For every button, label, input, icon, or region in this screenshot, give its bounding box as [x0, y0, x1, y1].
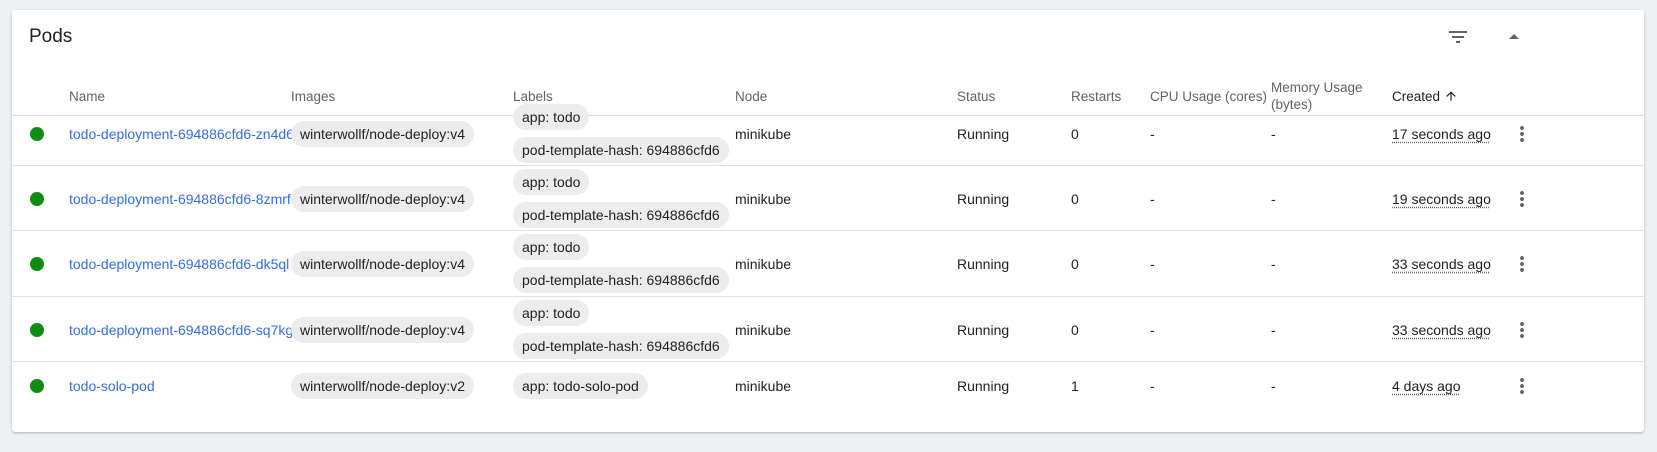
status-running-icon	[30, 322, 44, 337]
created-cell: 33 seconds ago	[1392, 256, 1491, 272]
label-chip: pod-template-hash: 694886cfd6	[513, 267, 729, 293]
pod-name-link[interactable]: todo-deployment-694886cfd6-sq7kg	[69, 322, 293, 338]
label-chip: pod-template-hash: 694886cfd6	[513, 333, 729, 359]
pod-name-cell: todo-solo-pod	[69, 377, 155, 395]
more-vert-icon[interactable]	[1510, 252, 1534, 276]
status-cell: Running	[957, 377, 1010, 394]
created-cell: 17 seconds ago	[1392, 125, 1491, 142]
label-chip: pod-template-hash: 694886cfd6	[513, 137, 729, 163]
node-cell: minikube	[735, 256, 792, 272]
label-chip: pod-template-hash: 694886cfd6	[513, 202, 729, 228]
node-cell: minikube	[735, 321, 792, 338]
table-row: todo-deployment-694886cfd6-zn4d6 winterwo…	[12, 101, 1644, 166]
image-chip: winterwollf/node-deploy:v4	[291, 120, 474, 147]
more-vert-icon[interactable]	[1510, 374, 1534, 398]
more-vert-icon[interactable]	[1510, 318, 1534, 342]
label-chip: app: todo-solo-pod	[513, 372, 648, 399]
status-cell: Running	[957, 256, 1010, 272]
label-chip: app: todo	[513, 104, 590, 130]
status-cell: Running	[957, 321, 1010, 338]
status-running-icon	[30, 257, 44, 271]
label-chip: app: todo	[513, 169, 590, 195]
created-cell: 33 seconds ago	[1392, 321, 1491, 338]
restarts-cell: 0	[1071, 321, 1079, 338]
cpu-cell: -	[1150, 125, 1155, 142]
pod-name-cell: todo-deployment-694886cfd6-zn4d6	[69, 125, 294, 143]
pod-name-cell: todo-deployment-694886cfd6-8zmrf	[69, 190, 291, 208]
column-header-memory-line1: Memory Usage	[1271, 80, 1363, 95]
memory-cell: -	[1271, 321, 1276, 338]
restarts-cell: 1	[1071, 377, 1079, 394]
pod-name-link[interactable]: todo-solo-pod	[69, 378, 155, 394]
more-vert-icon[interactable]	[1510, 187, 1534, 211]
node-cell: minikube	[735, 377, 792, 394]
cpu-cell: -	[1150, 377, 1155, 394]
pod-name-cell: todo-deployment-694886cfd6-dk5ql	[69, 255, 289, 273]
filter-list-icon[interactable]	[1446, 25, 1470, 49]
cpu-cell: -	[1150, 256, 1155, 272]
pod-name-link[interactable]: todo-deployment-694886cfd6-zn4d6	[69, 126, 294, 142]
pods-card: Pods Name Images Labels Node Status Rest…	[12, 10, 1644, 432]
created-cell: 4 days ago	[1392, 377, 1461, 394]
image-chip: winterwollf/node-deploy:v4	[291, 185, 474, 212]
card-header: Pods	[12, 10, 1644, 62]
label-chip: app: todo	[513, 300, 590, 326]
status-cell: Running	[957, 125, 1010, 142]
node-cell: minikube	[735, 190, 792, 207]
table-row: todo-deployment-694886cfd6-8zmrf winterwo…	[12, 166, 1644, 231]
restarts-cell: 0	[1071, 125, 1079, 142]
status-running-icon	[30, 126, 44, 141]
status-running-icon	[30, 378, 44, 393]
memory-cell: -	[1271, 190, 1276, 207]
node-cell: minikube	[735, 125, 792, 142]
status-cell: Running	[957, 190, 1010, 207]
label-chip: app: todo	[513, 234, 590, 260]
arrow-up-icon[interactable]	[1502, 25, 1526, 49]
cpu-cell: -	[1150, 190, 1155, 207]
image-chip: winterwollf/node-deploy:v2	[291, 372, 474, 399]
table-row: todo-deployment-694886cfd6-dk5ql winterwo…	[12, 231, 1644, 297]
status-running-icon	[30, 191, 44, 206]
memory-cell: -	[1271, 377, 1276, 394]
pod-name-cell: todo-deployment-694886cfd6-sq7kg	[69, 321, 293, 339]
created-cell: 19 seconds ago	[1392, 190, 1491, 207]
more-vert-icon[interactable]	[1510, 122, 1534, 146]
memory-cell: -	[1271, 125, 1276, 142]
cpu-cell: -	[1150, 321, 1155, 338]
table-row: todo-deployment-694886cfd6-sq7kg winterwo…	[12, 297, 1644, 362]
restarts-cell: 0	[1071, 256, 1079, 272]
memory-cell: -	[1271, 256, 1276, 272]
restarts-cell: 0	[1071, 190, 1079, 207]
pod-name-link[interactable]: todo-deployment-694886cfd6-dk5ql	[69, 256, 289, 272]
card-title: Pods	[29, 26, 73, 47]
image-chip: winterwollf/node-deploy:v4	[291, 316, 474, 343]
table-row: todo-solo-pod winterwollf/node-deploy:v2 a…	[12, 362, 1644, 409]
image-chip: winterwollf/node-deploy:v4	[291, 251, 474, 277]
pod-name-link[interactable]: todo-deployment-694886cfd6-8zmrf	[69, 191, 291, 207]
